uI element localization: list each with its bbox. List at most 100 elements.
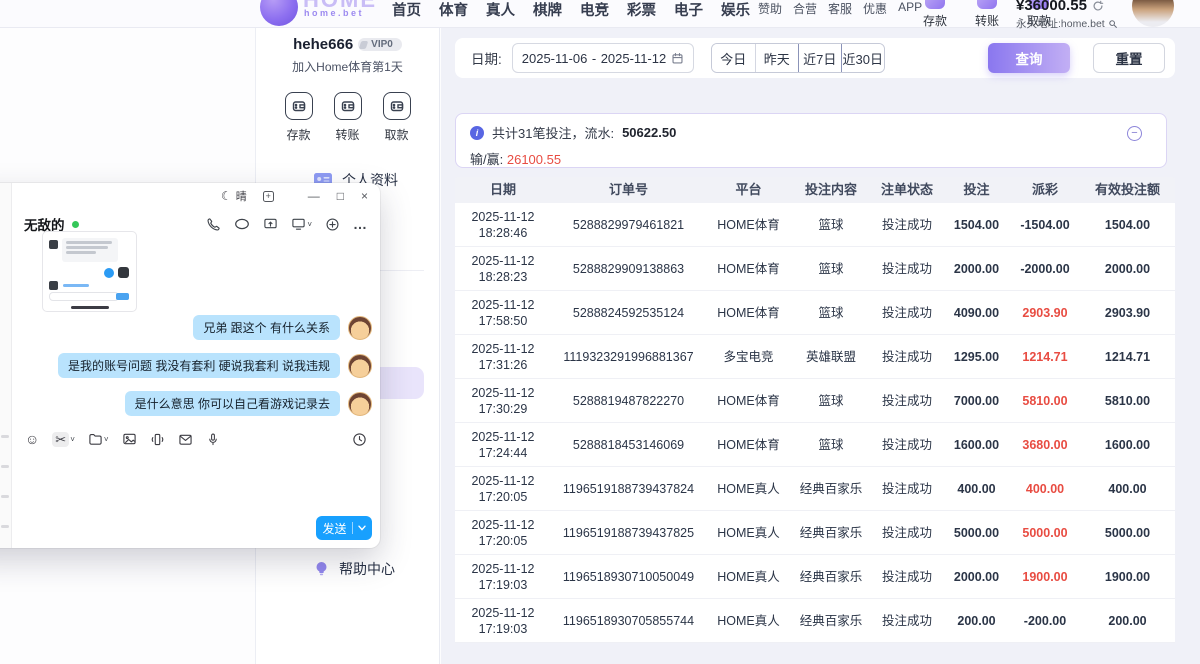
cell-payout: 5000.00 [1010,525,1080,541]
nav-item[interactable]: 电子 [674,0,703,20]
col-header: 投注内容 [791,182,871,198]
secondary-nav-item[interactable]: 合营 [793,0,817,17]
cell-payout: 400.00 [1010,481,1080,497]
shake-icon[interactable] [150,432,165,447]
nav-item[interactable]: 电竞 [580,0,609,20]
cell-valid: 2000.00 [1080,261,1175,277]
nav-item[interactable]: 体育 [439,0,468,20]
secondary-nav-item[interactable]: 赞助 [758,0,782,17]
close-button[interactable]: × [361,190,368,202]
cell-date: 2025-11-1217:20:05 [455,517,551,549]
main-content: 日期: 2025-11-06 - 2025-11-12 今日昨天近7日近30日 … [441,28,1200,664]
search-icon[interactable] [1108,19,1118,29]
cell-platform: HOME真人 [706,525,791,541]
self-avatar[interactable] [348,392,372,416]
screen-share-icon[interactable] [263,217,278,231]
maximize-button[interactable]: □ [337,190,344,202]
secondary-nav-item[interactable]: 优惠 [863,0,887,17]
nav-item[interactable]: 彩票 [627,0,656,20]
cell-payout: 2903.90 [1010,305,1080,321]
cell-date: 2025-11-1217:19:03 [455,605,551,637]
quick-range-button[interactable]: 昨天 [755,44,798,72]
workspace-icon[interactable]: + [263,191,274,202]
nav-item[interactable]: 棋牌 [533,0,562,20]
nav-item[interactable]: 真人 [486,0,515,20]
date-label: 日期: [471,48,502,68]
more-icon[interactable]: … [353,220,368,228]
cell-date: 2025-11-1217:30:29 [455,385,551,417]
table-row: 2025-11-1217:58:50 5288824592535124 HOME… [455,291,1175,335]
image-icon[interactable] [122,432,137,446]
collapse-icon[interactable]: − [1127,126,1142,141]
chat-bubble: 是什么意思 你可以自己看游戏记录去 [125,391,340,416]
mic-icon[interactable] [206,432,220,447]
brand-subtitle: home.bet [304,8,364,18]
cell-content: 篮球 [791,217,871,233]
cell-content: 经典百家乐 [791,613,871,629]
cell-order: 1196518930705855744 [551,613,706,629]
self-avatar[interactable] [348,354,372,378]
mail-icon[interactable] [178,433,193,446]
wallet-action-button[interactable]: 转账 [968,0,1006,29]
quick-range-button[interactable]: 今日 [712,44,755,72]
sidebar-item-label: 帮助中心 [339,559,395,579]
cell-platform: HOME体育 [706,305,791,321]
sidebar-quick-action[interactable]: 取款 [380,92,414,143]
voice-call-icon[interactable] [206,217,221,232]
table-row: 2025-11-1217:19:03 1196518930710050049 H… [455,555,1175,599]
moon-icon: ☾ [221,189,232,203]
brand-logo-icon[interactable] [260,0,298,26]
chat-history-icon[interactable] [352,432,367,447]
cell-bet: 1600.00 [943,437,1010,453]
chevron-down-icon [358,525,366,531]
quick-range-button[interactable]: 近7日 [798,44,841,72]
sidebar-quick-action[interactable]: 转账 [331,92,365,143]
cell-content: 经典百家乐 [791,481,871,497]
date-range-input[interactable]: 2025-11-06 - 2025-11-12 [512,43,694,73]
minimize-button[interactable]: — [308,190,320,202]
sidebar-quick-action[interactable]: 存款 [282,92,316,143]
cell-bet: 5000.00 [943,525,1010,541]
cell-payout: -200.00 [1010,613,1080,629]
reset-button[interactable]: 重置 [1093,43,1165,73]
col-header: 有效投注额 [1080,182,1175,198]
cell-order: 1196519188739437824 [551,481,706,497]
col-header: 日期 [455,182,551,198]
theme-toggle[interactable]: ☾ 晴 [221,188,247,204]
page: HOME home.bet 首页体育真人棋牌电竞彩票电子娱乐 赞助合营客服优惠A… [0,0,1200,664]
send-button[interactable]: 发送 [316,516,372,540]
nav-item[interactable]: 首页 [392,0,421,20]
cell-valid: 1214.71 [1080,349,1175,365]
cell-order: 5288829979461821 [551,217,706,233]
col-header: 投注 [943,182,1010,198]
sidebar-item-help[interactable]: 帮助中心 [256,559,439,579]
video-call-icon[interactable] [234,217,250,231]
vip-badge: VIP0 [358,38,402,51]
remote-desktop-icon[interactable]: ˅ [291,217,312,231]
add-circle-icon[interactable] [325,217,340,232]
cell-date: 2025-11-1217:24:44 [455,429,551,461]
quick-range-button[interactable]: 近30日 [841,44,884,72]
table-row: 2025-11-1217:30:29 5288819487822270 HOME… [455,379,1175,423]
emoji-icon[interactable]: ☺ [25,432,39,446]
file-icon[interactable]: ˅ [88,432,109,446]
secondary-nav-item[interactable]: 客服 [828,0,852,17]
cell-valid: 1504.00 [1080,217,1175,233]
cell-status: 投注成功 [871,349,943,365]
cell-order: 5288824592535124 [551,305,706,321]
cell-payout: 1214.71 [1010,349,1080,365]
cell-payout: 3680.00 [1010,437,1080,453]
search-button[interactable]: 查询 [988,43,1070,73]
self-avatar[interactable] [348,316,372,340]
table-row: 2025-11-1217:31:26 1119323291996881367 多… [455,335,1175,379]
chat-message: 兄弟 跟这个 有什么关系 [193,315,372,340]
user-avatar[interactable] [1132,0,1174,27]
nav-item[interactable]: 娱乐 [721,0,750,20]
wallet-action-button[interactable]: 存款 [916,0,954,29]
chat-image-message[interactable] [42,231,137,312]
refresh-icon[interactable] [1092,0,1104,12]
cell-order: 1119323291996881367 [551,349,706,365]
screenshot-icon[interactable]: ✂˅ [52,432,75,447]
summary-total-label: 共计31笔投注，流水: [492,123,614,142]
cell-bet: 7000.00 [943,393,1010,409]
